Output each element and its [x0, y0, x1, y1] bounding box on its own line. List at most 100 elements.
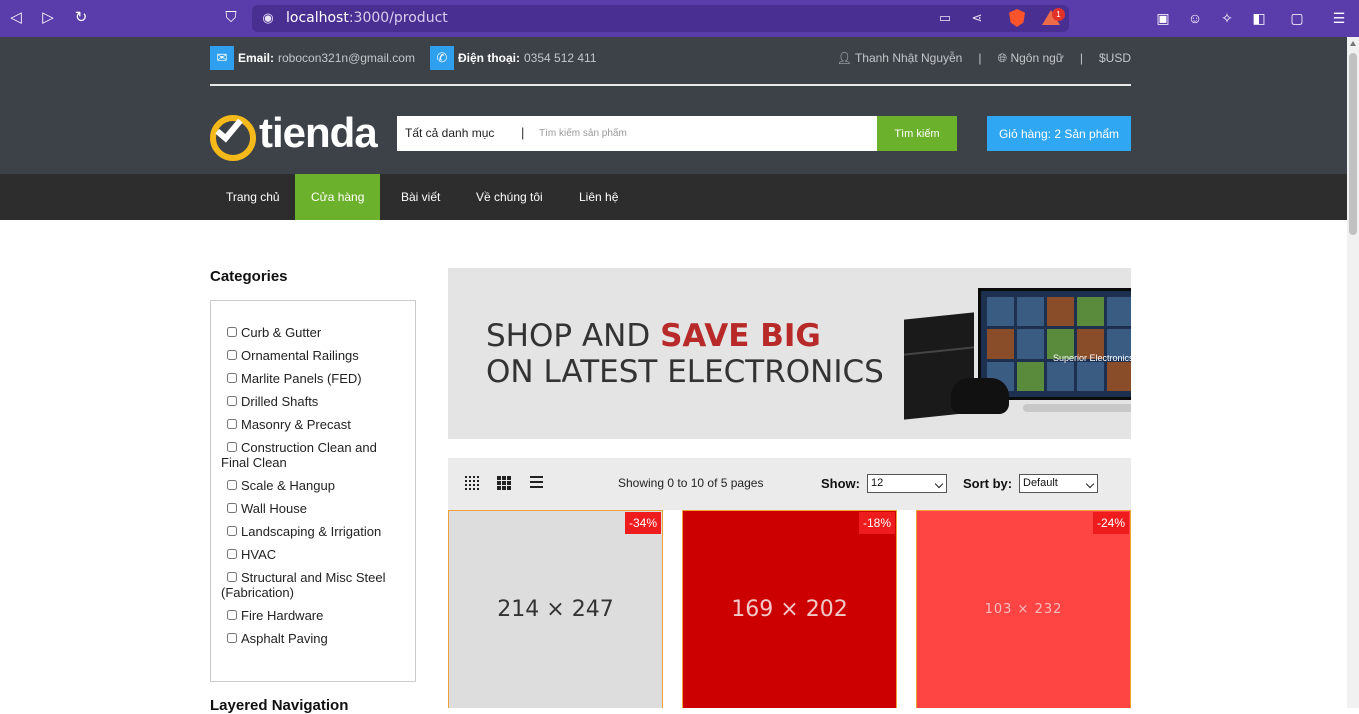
category-checkbox[interactable] [227, 419, 237, 429]
category-item[interactable]: Wall House [227, 501, 403, 516]
category-checkbox[interactable] [227, 373, 237, 383]
category-label: Ornamental Railings [241, 348, 359, 363]
category-item[interactable]: Ornamental Railings [227, 348, 403, 363]
bookmark-icon[interactable]: ⛉ [222, 9, 240, 27]
category-label: Wall House [241, 501, 307, 516]
grid-3-view-icon[interactable] [497, 476, 511, 490]
cart-button[interactable]: Giỏ hàng: 2 Sản phẩm [987, 116, 1131, 151]
scroll-up-icon[interactable] [1350, 41, 1356, 46]
pagination-summary: Showing 0 to 10 of 5 pages [618, 476, 764, 490]
url-text[interactable]: localhost:3000/product [286, 10, 448, 26]
category-checkbox[interactable] [227, 396, 237, 406]
language-link[interactable]: 🌐︎ Ngôn ngữ [997, 51, 1063, 66]
profile-icon[interactable]: ☺ [1186, 9, 1204, 27]
categories-title: Categories [210, 268, 288, 285]
nav-item-blog[interactable]: Bài viết [385, 174, 456, 220]
category-checkbox[interactable] [227, 610, 237, 620]
product-toolbar: Showing 0 to 10 of 5 pages Show: 12 Sort… [448, 458, 1131, 510]
contact-email: ✉ Email: robocon321n@gmail.com [210, 46, 415, 70]
controller-image [951, 378, 1009, 414]
product-image-placeholder[interactable]: 214 × 247 [449, 511, 662, 708]
scroll-thumb[interactable] [1349, 53, 1357, 235]
promo-banner[interactable]: SHOP AND SAVE BIG ON LATEST ELECTRONICS … [448, 268, 1131, 439]
list-view-icon[interactable] [530, 476, 543, 488]
category-checkbox[interactable] [227, 327, 237, 337]
category-checkbox[interactable] [227, 503, 237, 513]
sidebar-icon[interactable]: ◧ [1250, 9, 1268, 27]
logo-text: tienda [259, 109, 378, 156]
email-value: robocon321n@gmail.com [278, 51, 415, 65]
site-logo[interactable]: tienda [210, 107, 378, 161]
category-label: Structural and Misc Steel (Fabrication) [221, 570, 386, 600]
category-label: Masonry & Precast [241, 417, 351, 432]
sort-label: Sort by: [963, 476, 1013, 491]
category-item[interactable]: Marlite Panels (FED) [227, 371, 403, 386]
category-item[interactable]: Asphalt Paving [227, 631, 403, 646]
category-item[interactable]: Drilled Shafts [227, 394, 403, 409]
separator: | [978, 51, 982, 65]
category-checkbox[interactable] [227, 480, 237, 490]
rewards-badge: 1 [1052, 8, 1065, 21]
search-separator: | [521, 125, 525, 140]
category-item[interactable]: Landscaping & Irrigation [227, 524, 403, 539]
cast-icon[interactable]: ▭ [937, 10, 953, 26]
banner-highlight: SAVE BIG [660, 318, 821, 354]
translate-icon[interactable]: ▣ [1154, 9, 1172, 27]
category-item[interactable]: Fire Hardware [227, 608, 403, 623]
category-checkbox[interactable] [227, 350, 237, 360]
product-card[interactable]: 103 × 232 -24% [916, 510, 1131, 708]
phone-label: Điện thoại: [458, 51, 520, 65]
product-image-placeholder[interactable]: 169 × 202 [683, 511, 896, 708]
category-checkbox[interactable] [227, 526, 237, 536]
dollar-icon: $ [1098, 51, 1106, 65]
back-icon[interactable]: ◁ [7, 9, 25, 27]
category-item[interactable]: HVAC [227, 547, 403, 562]
discount-badge: -24% [1092, 512, 1129, 534]
account-links: 👤︎ Thanh Nhật Nguyễn | 🌐︎ Ngôn ngữ | $US… [837, 51, 1131, 66]
wallet-icon[interactable]: ▢ [1288, 9, 1306, 27]
category-item[interactable]: Construction Clean and Final Clean [221, 440, 403, 470]
search-button[interactable]: Tìm kiếm [877, 116, 957, 151]
page-scrollbar[interactable] [1347, 37, 1359, 708]
site-info-icon[interactable]: ◉ [260, 10, 276, 26]
category-label: HVAC [241, 547, 277, 562]
categories-panel: Curb & Gutter Ornamental Railings Marlit… [210, 300, 416, 682]
category-label: Curb & Gutter [241, 325, 322, 340]
search-bar: Tất cả danh mục | Tìm kiếm [397, 116, 957, 151]
product-card[interactable]: 214 × 247 -34% [448, 510, 663, 708]
nav-item-about[interactable]: Về chúng tôi [460, 174, 559, 220]
layered-navigation-title: Layered Navigation [210, 697, 349, 714]
search-category-select[interactable]: Tất cả danh mục [405, 126, 494, 140]
category-label: Asphalt Paving [241, 631, 328, 646]
category-checkbox[interactable] [227, 572, 237, 582]
share-icon[interactable]: ⋖ [969, 10, 985, 26]
category-checkbox[interactable] [227, 442, 237, 452]
forward-icon[interactable]: ▷ [39, 9, 57, 27]
tv-screen [987, 297, 1131, 391]
category-checkbox[interactable] [227, 549, 237, 559]
nav-item-contact[interactable]: Liên hệ [563, 174, 634, 220]
grid-4-view-icon[interactable] [465, 476, 479, 490]
nav-item-shop[interactable]: Cửa hàng [295, 174, 381, 220]
category-item[interactable]: Masonry & Precast [227, 417, 403, 432]
email-icon: ✉ [210, 46, 234, 70]
category-item[interactable]: Curb & Gutter [227, 325, 403, 340]
nav-item-home[interactable]: Trang chủ [210, 174, 296, 220]
site-header: ✉ Email: robocon321n@gmail.com ✆ Điện th… [0, 37, 1347, 174]
category-item[interactable]: Scale & Hangup [227, 478, 403, 493]
show-count-select[interactable]: 12 [867, 474, 947, 493]
user-link[interactable]: 👤︎ Thanh Nhật Nguyễn [837, 51, 963, 66]
product-card[interactable]: 169 × 202 -18% [682, 510, 897, 708]
product-image-placeholder[interactable]: 103 × 232 [917, 511, 1130, 708]
reload-icon[interactable]: ↻ [72, 9, 90, 27]
category-checkbox[interactable] [227, 633, 237, 643]
search-input[interactable] [539, 122, 869, 144]
category-label: Landscaping & Irrigation [241, 524, 382, 539]
extensions-icon[interactable]: ✧ [1218, 9, 1236, 27]
menu-icon[interactable]: ☰ [1330, 9, 1348, 27]
address-bar[interactable]: ◉ localhost:3000/product ▭ ⋖ [252, 5, 1069, 32]
category-item[interactable]: Structural and Misc Steel (Fabrication) [221, 570, 403, 600]
sort-select[interactable]: Default [1019, 474, 1098, 493]
user-icon: 👤︎ [836, 51, 852, 65]
currency-link[interactable]: $USD [1099, 51, 1131, 66]
